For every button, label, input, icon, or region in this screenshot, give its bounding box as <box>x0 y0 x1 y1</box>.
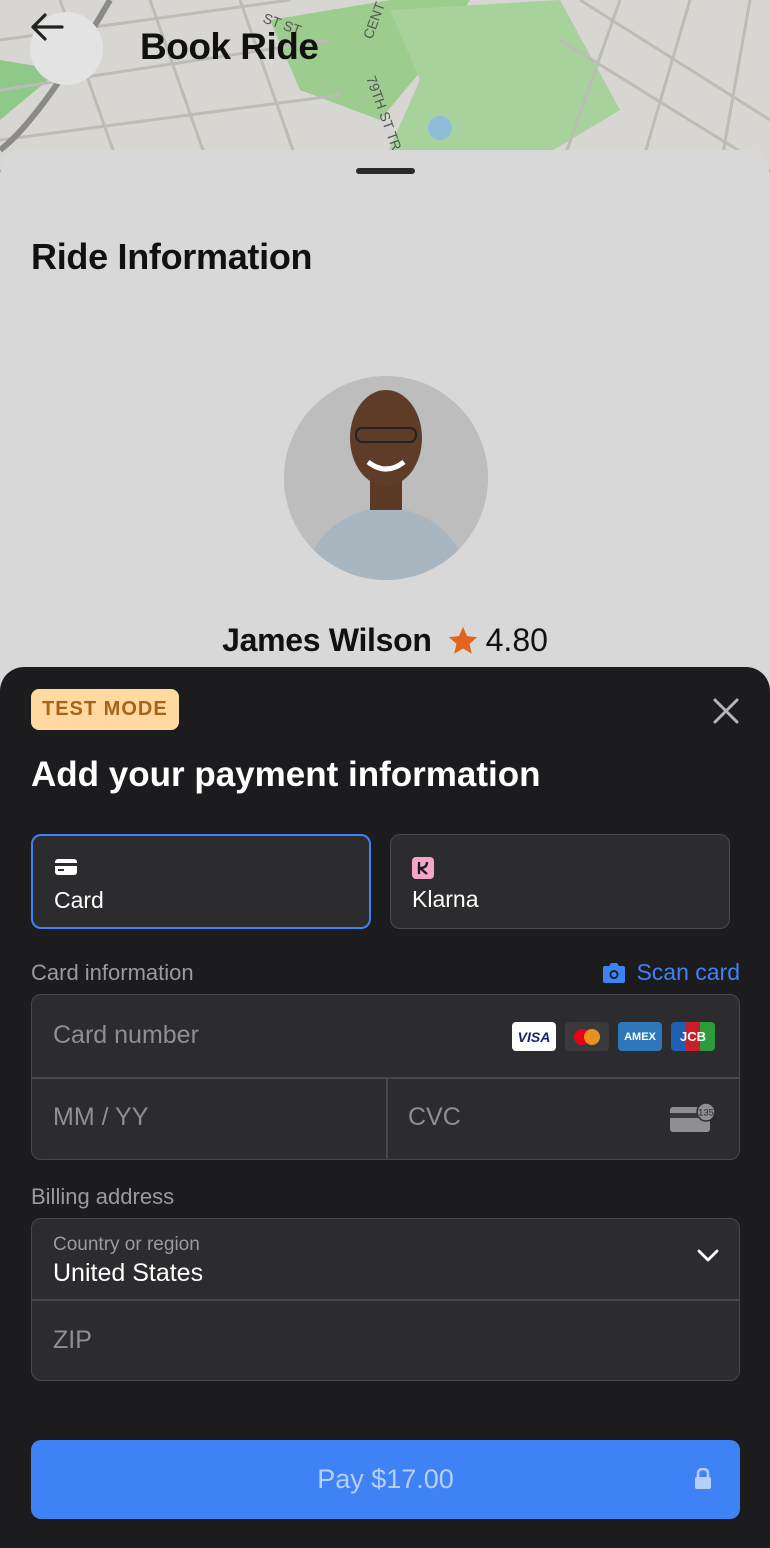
sheet-drag-handle[interactable] <box>356 168 415 174</box>
driver-avatar <box>284 376 488 580</box>
arrow-left-icon <box>31 13 64 41</box>
camera-icon <box>603 962 626 983</box>
cvc-badge-text: 135 <box>698 1108 714 1119</box>
payment-title: Add your payment information <box>31 755 541 794</box>
cvc-input[interactable]: CVC <box>408 1103 461 1132</box>
close-button[interactable] <box>708 693 744 729</box>
close-icon <box>713 698 739 724</box>
amex-label: AMEX <box>624 1030 656 1043</box>
map-view[interactable]: ST ST CENT 79TH ST TRANS Book Ride <box>0 0 770 170</box>
card-fields: Card number VISA AMEX JCB MM / YY CVC 13… <box>31 994 740 1160</box>
visa-label: VISA <box>517 1028 551 1045</box>
card-brands: VISA AMEX JCB <box>512 1022 715 1051</box>
star-icon <box>448 626 477 654</box>
method-klarna[interactable]: Klarna <box>390 834 730 929</box>
lock-icon <box>695 1468 711 1489</box>
jcb-icon: JCB <box>671 1022 715 1051</box>
method-klarna-label: Klarna <box>412 886 479 912</box>
mastercard-icon <box>565 1022 609 1051</box>
visa-icon: VISA <box>512 1022 556 1051</box>
ride-info-sheet: Ride Information James Wilson 4.80 <box>0 150 770 710</box>
zip-input[interactable]: ZIP <box>53 1326 92 1355</box>
divider <box>32 1299 739 1301</box>
expiry-input[interactable]: MM / YY <box>53 1103 148 1132</box>
driver-name: James Wilson <box>222 622 432 658</box>
billing-address-label: Billing address <box>31 1184 175 1209</box>
cvc-card-icon: 135 <box>670 1103 716 1132</box>
payment-sheet: TEST MODE Add your payment information C… <box>0 667 770 1548</box>
driver-info: James Wilson 4.80 <box>0 622 770 659</box>
jcb-label: JCB <box>679 1029 706 1044</box>
scan-card-button[interactable]: Scan card <box>601 959 740 986</box>
driver-rating: 4.80 <box>446 622 548 659</box>
card-number-input[interactable]: Card number <box>53 1021 199 1050</box>
billing-fields: Country or region United States ZIP <box>31 1218 740 1381</box>
country-value: United States <box>53 1259 204 1287</box>
divider <box>386 1077 388 1159</box>
country-select[interactable]: Country or region United States <box>32 1219 739 1299</box>
back-button[interactable] <box>30 12 103 85</box>
rating-value: 4.80 <box>485 622 548 658</box>
method-card[interactable]: Card <box>31 834 371 929</box>
card-icon <box>55 859 77 875</box>
scan-card-label: Scan card <box>636 959 740 985</box>
card-info-label: Card information <box>31 960 194 985</box>
ride-section-title: Ride Information <box>31 236 313 277</box>
method-card-label: Card <box>54 887 104 913</box>
test-mode-badge: TEST MODE <box>31 689 179 730</box>
amex-icon: AMEX <box>618 1022 662 1051</box>
chevron-down-icon <box>697 1249 719 1262</box>
pay-button[interactable]: Pay $17.00 <box>31 1440 740 1519</box>
country-label: Country or region <box>53 1234 200 1255</box>
pay-button-label: Pay $17.00 <box>317 1464 454 1494</box>
klarna-icon <box>412 857 434 879</box>
page-title: Book Ride <box>140 26 319 67</box>
